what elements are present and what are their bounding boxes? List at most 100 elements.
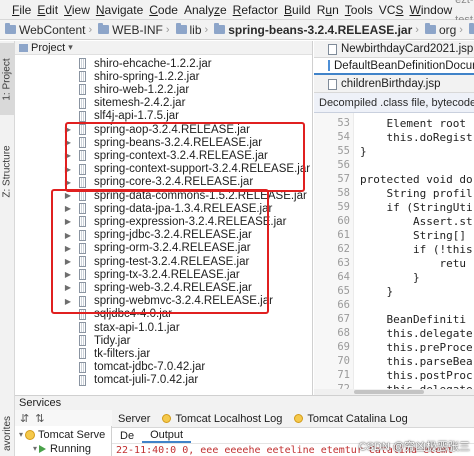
tree-item[interactable]: ▶ spring-orm-3.2.4.RELEASE.jar [15,242,312,255]
jar-icon [79,322,86,333]
breadcrumb-item[interactable]: lib [171,23,204,37]
tree-item[interactable]: ▶tk-filters.jar [15,347,312,360]
tree-item[interactable]: ▶shiro-spring-1.2.2.jar [15,70,312,83]
tree-item[interactable]: ▶stax-api-1.0.1.jar [15,321,312,334]
tree-item[interactable]: ▶ spring-context-3.2.4.RELEASE.jar [15,149,312,162]
tree-item[interactable]: ▶sqljdbc4-4.0.jar [15,308,312,321]
chevron-right-icon[interactable]: ▶ [63,204,73,213]
menu-item[interactable]: Refactor [230,0,281,20]
chevron-down-icon[interactable]: ▾ [33,444,37,453]
breadcrumb: WebContent › WEB-INF › lib › spring-beans-3.2.… [0,20,474,40]
menu-item[interactable]: Edit [34,0,61,20]
code-line: 62 if (!this [314,242,474,256]
menu-item[interactable]: VCS [376,0,407,20]
breadcrumb-item[interactable]: springframework [464,23,474,37]
menu-item[interactable]: View [61,0,93,20]
tree-item[interactable]: ▶sitemesh-2.4.2.jar [15,97,312,110]
menu-item[interactable]: Build [281,0,314,20]
chevron-right-icon[interactable]: ▶ [63,244,73,253]
running-node[interactable]: ▾ Running [33,442,91,455]
tree-item[interactable]: ▶ spring-aop-3.2.4.RELEASE.jar [15,123,312,136]
menu-item[interactable]: Navigate [93,0,146,20]
tomcat-server-node[interactable]: ▾ Tomcat Serve [19,428,105,441]
tree-item[interactable]: ▶ spring-test-3.2.4.RELEASE.jar [15,255,312,268]
tab-tomcat-catalina-log[interactable]: Tomcat Catalina Log [288,410,413,428]
tree-item[interactable]: ▶shiro-web-1.2.2.jar [15,83,312,96]
tab-favorites-tool[interactable]: avorites [0,411,15,456]
tree-item-label: shiro-spring-1.2.2.jar [94,70,200,83]
chevron-right-icon[interactable]: ▶ [63,178,73,187]
tab-structure-tool[interactable]: Z: Structure [0,131,15,211]
chevron-right-icon[interactable]: ▶ [63,191,73,200]
tree-item[interactable]: ▶shiro-ehcache-1.2.2.jar [15,57,312,70]
tab-childrenbirthday-jsp[interactable]: childrenBirthday.jsp [314,76,474,93]
line-number: 56 [337,159,350,171]
code-line: 67 BeanDefiniti [314,312,474,326]
menu-item[interactable]: Window [406,0,455,20]
tree-item[interactable]: ▶ spring-context-support-3.2.4.RELEASE.ja… [15,163,312,176]
chevron-right-icon[interactable]: ▶ [63,165,73,174]
chevron-down-icon[interactable]: ▾ [68,42,73,53]
chevron-right-icon[interactable]: ▶ [63,138,73,147]
collapse-icon[interactable]: ⇅ [35,412,44,425]
line-number: 54 [337,131,350,143]
tree-item[interactable]: ▶tomcat-juli-7.0.42.jar [15,374,312,387]
tree-item[interactable]: ▶Tidy.jar [15,334,312,347]
tab-defaultbeandefinition[interactable]: DefaultBeanDefinitionDocur [314,58,474,75]
tab-output[interactable]: Output [142,429,192,443]
tree-item-label: spring-jdbc-3.2.4.RELEASE.jar [94,229,252,242]
chevron-down-icon[interactable]: ▾ [19,430,23,439]
code-line: 60 Assert.st [314,214,474,228]
tree-item-label: shiro-ehcache-1.2.2.jar [94,57,212,70]
tab-deployment[interactable]: De [112,430,142,442]
line-number: 68 [337,327,350,339]
project-panel: Project ▾ ▶shiro-ehcache-1.2.2.jar▶shiro… [15,41,313,395]
code-text: protected void do [360,172,473,186]
tree-item[interactable]: ▶ spring-data-jpa-1.3.4.RELEASE.jar [15,202,312,215]
chevron-right-icon[interactable]: ▶ [63,125,73,134]
tree-item-label: spring-data-jpa-1.3.4.RELEASE.jar [94,202,273,215]
chevron-right-icon[interactable]: ▶ [63,283,73,292]
tab-server[interactable]: Server [112,410,156,428]
menu-item[interactable]: Code [146,0,181,20]
tab-project-tool[interactable]: 1: Project [0,43,15,115]
code-editor[interactable]: 53 Element root 54 this.doRegist 55} 56 57 pr… [314,113,474,395]
tree-item[interactable]: ▶ spring-tx-3.2.4.RELEASE.jar [15,268,312,281]
tree-item[interactable]: ▶ spring-jdbc-3.2.4.RELEASE.jar [15,229,312,242]
chevron-right-icon[interactable]: ▶ [63,270,73,279]
menu-item[interactable]: Tools [342,0,376,20]
tree-item[interactable]: ▶ spring-expression-3.2.4.RELEASE.jar [15,215,312,228]
code-line: 71 this.postProc [314,368,474,382]
tree-item[interactable]: ▶ spring-webmvc-3.2.4.RELEASE.jar [15,295,312,308]
chevron-right-icon[interactable]: ▶ [63,217,73,226]
breadcrumb-item[interactable]: WebContent [0,23,88,37]
breadcrumb-item[interactable]: WEB-INF [93,23,165,37]
tree-item[interactable]: ▶ spring-web-3.2.4.RELEASE.jar [15,281,312,294]
expand-all-icon[interactable]: ⇵ [20,412,29,425]
code-line: 57 protected void do [314,172,474,186]
chevron-right-icon[interactable]: ▶ [63,297,73,306]
tree-item[interactable]: ▶slf4j-api-1.7.5.jar [15,110,312,123]
code-line: 69 this.preProce [314,340,474,354]
chevron-right-icon[interactable]: ▶ [63,257,73,266]
tree-item[interactable]: ▶tomcat-jdbc-7.0.42.jar [15,361,312,374]
code-line: 66 [314,298,474,312]
scrollbar-thumb[interactable] [354,390,424,394]
tree-item[interactable]: ▶ spring-core-3.2.4.RELEASE.jar [15,176,312,189]
chevron-right-icon[interactable]: ▶ [63,231,73,240]
tree-item[interactable]: ▶ spring-beans-3.2.4.RELEASE.jar [15,136,312,149]
chevron-right-icon[interactable]: ▶ [63,151,73,160]
breadcrumb-item[interactable]: org [420,23,458,37]
jar-icon [79,176,86,188]
code-line: 56 [314,158,474,172]
tab-tomcat-localhost-log[interactable]: Tomcat Localhost Log [156,410,288,428]
breadcrumb-item[interactable]: spring-beans-3.2.4.RELEASE.jar [209,23,414,37]
tree-item[interactable]: ▶ spring-data-commons-1.5.2.RELEASE.jar [15,189,312,202]
menu-item[interactable]: Run [314,0,342,20]
project-panel-header[interactable]: Project ▾ [15,41,312,55]
tab-newbirthdaycard-jsp[interactable]: NewbirthdayCard2021.jsp [314,41,474,58]
menu-item[interactable]: Analyze [181,0,230,20]
jar-icon [79,269,86,281]
line-number: 62 [337,243,350,255]
menu-item[interactable]: File [9,0,34,20]
